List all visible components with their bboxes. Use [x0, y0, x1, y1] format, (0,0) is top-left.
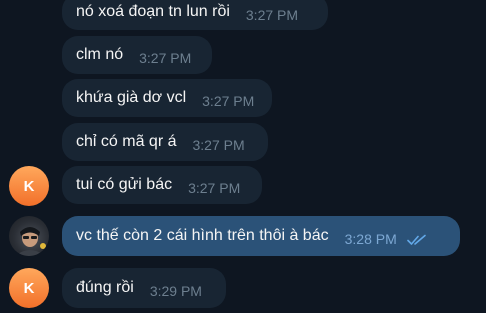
message-bubble[interactable]: đúng rồi 3:29 PM — [62, 268, 226, 308]
message-text: vc thế còn 2 cái hình trên thôi à bác — [76, 227, 329, 244]
message-bubble-outgoing[interactable]: vc thế còn 2 cái hình trên thôi à bác 3:… — [62, 216, 460, 256]
message-time: 3:27 PM — [188, 180, 241, 196]
sender-avatar[interactable]: K — [9, 166, 49, 206]
message-text: chỉ có mã qr á — [76, 133, 177, 150]
message-time: 3:27 PM — [139, 50, 192, 66]
avatar-initial: K — [23, 177, 35, 195]
message-bubble[interactable]: khứa già dơ vcl 3:27 PM — [62, 79, 272, 117]
message-text: nó xoá đoạn tn lun rồi — [76, 3, 230, 20]
message-time: 3:27 PM — [202, 93, 255, 109]
double-check-icon — [406, 234, 427, 246]
message-bubble[interactable]: tui có gửi bác 3:27 PM — [62, 166, 262, 204]
message-bubble[interactable]: chỉ có mã qr á 3:27 PM — [62, 123, 268, 161]
user-photo-avatar[interactable] — [9, 216, 49, 256]
message-text: khứa già dơ vcl — [76, 89, 187, 106]
chat-window: { "colors": { "background": "#0e1621", "… — [0, 0, 486, 313]
message-text: clm nó — [76, 46, 124, 63]
message-list[interactable]: nó xoá đoạn tn lun rồi 3:27 PM clm nó 3:… — [0, 0, 486, 313]
message-time: 3:29 PM — [149, 283, 202, 299]
user-photo-icon — [15, 227, 46, 256]
avatar-initial: K — [23, 279, 35, 297]
message-text: đúng rồi — [76, 279, 134, 296]
sender-avatar[interactable]: K — [9, 268, 49, 308]
message-bubble[interactable]: clm nó 3:27 PM — [62, 36, 212, 74]
message-time: 3:27 PM — [192, 137, 245, 153]
message-bubble[interactable]: nó xoá đoạn tn lun rồi 3:27 PM — [62, 0, 328, 30]
message-time: 3:27 PM — [245, 7, 299, 23]
message-text: tui có gửi bác — [76, 176, 173, 193]
message-time: 3:28 PM — [344, 231, 397, 247]
